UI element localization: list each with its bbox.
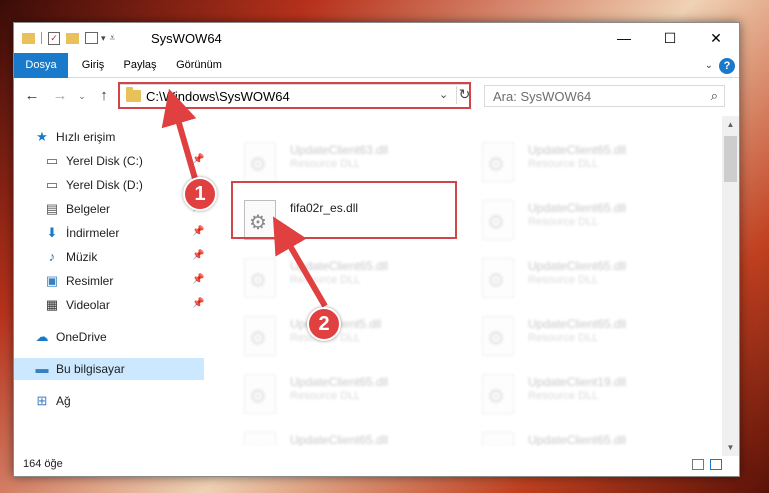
arrow-to-file: [272, 216, 328, 308]
annotation-arrows: [161, 88, 328, 308]
step-2-badge: 2: [307, 307, 341, 341]
arrow-to-address-bar: [161, 88, 199, 183]
step-1-badge: 1: [183, 177, 217, 211]
